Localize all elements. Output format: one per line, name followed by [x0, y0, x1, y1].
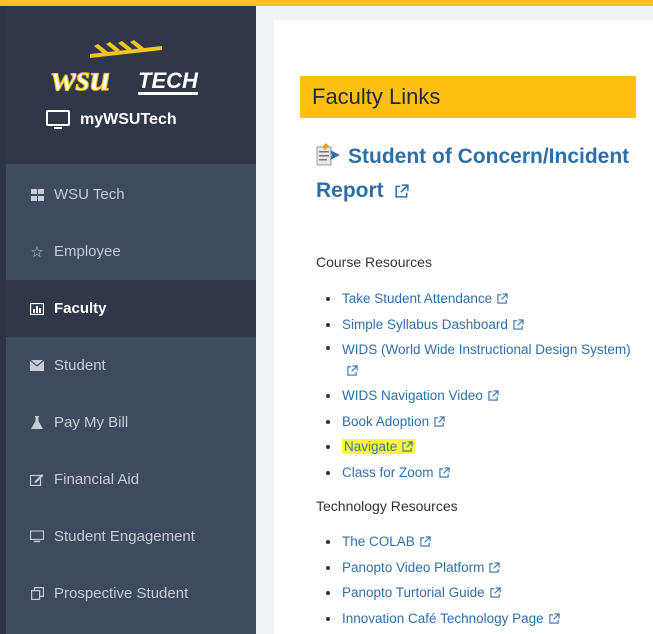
chart-icon [30, 302, 44, 316]
sidebar-item-label: Prospective Student [54, 585, 189, 602]
svg-text:TECH: TECH [138, 68, 199, 93]
sidebar-item-label: Pay My Bill [54, 414, 129, 431]
list-item[interactable]: Class for Zoom [316, 460, 636, 486]
external-link-icon [347, 365, 358, 376]
list-item-navigate[interactable]: Navigate [316, 434, 636, 460]
star-icon: ☆ [30, 243, 44, 261]
incident-report-link[interactable]: Student of Concern/Incident Report [316, 140, 636, 208]
copy-icon [30, 587, 44, 601]
sidebar-item-financial-aid[interactable]: Financial Aid [6, 451, 256, 508]
section-heading: Faculty Links [300, 76, 636, 118]
portal-label-text: myWSUTech [80, 111, 177, 128]
list-item[interactable]: The COLAB [316, 529, 636, 555]
sidebar-item-pay-my-bill[interactable]: Pay My Bill [6, 394, 256, 451]
sidebar-item-label: WSU Tech [54, 186, 125, 203]
external-link-icon [434, 415, 445, 427]
technology-resources-list: The COLAB Panopto Video Platform Panopto… [316, 529, 636, 631]
list-item[interactable]: Innovation Café Technology Page [316, 606, 636, 632]
sidebar-item-label: Student [54, 357, 106, 374]
sidebar-item-label: Student Engagement [54, 528, 195, 545]
external-link-icon [497, 293, 508, 304]
list-item[interactable]: Simple Syllabus Dashboard [316, 312, 636, 338]
section-title: Faculty Links [312, 84, 441, 109]
sidebar-item-wsu-tech[interactable]: WSU Tech [6, 166, 256, 223]
svg-text:wsu: wsu [52, 58, 110, 98]
external-link-icon [513, 318, 524, 330]
navigate-highlight: Navigate [342, 439, 416, 454]
portal-label[interactable]: myWSUTech [46, 110, 177, 130]
external-link-icon [489, 587, 501, 598]
sidebar-item-prospective-student[interactable]: Prospective Student [6, 565, 256, 622]
sidebar: wsu TECH myWSUTech WSU Tech ☆ Employee F… [0, 6, 256, 634]
sidebar-item-employee[interactable]: ☆ Employee [6, 223, 256, 280]
sidebar-item-faculty[interactable]: Faculty [6, 280, 256, 337]
wsu-tech-logo[interactable]: wsu TECH [50, 40, 210, 100]
sidebar-item-label: Financial Aid [54, 471, 140, 488]
list-item[interactable]: Panopto Turtorial Guide [316, 580, 636, 606]
monitor-icon [46, 110, 70, 129]
sidebar-item-label: Employee [54, 243, 121, 260]
edit-icon [30, 473, 44, 487]
external-link-icon [549, 612, 560, 624]
list-item[interactable]: Book Adoption [316, 409, 636, 435]
course-resources-title: Course Resources [316, 254, 432, 270]
external-link-icon [420, 536, 431, 547]
list-item[interactable]: WIDS Navigation Video [316, 383, 636, 409]
report-icon [316, 143, 340, 166]
external-link-icon [488, 390, 499, 401]
flask-icon [30, 416, 44, 430]
course-resources-list: Take Student Attendance Simple Syllabus … [316, 286, 636, 485]
technology-resources-title: Technology Resources [316, 498, 458, 514]
incident-report-text: Student of Concern/Incident Report [316, 145, 630, 202]
external-link-icon [402, 441, 413, 452]
external-link-icon [438, 466, 450, 478]
list-item[interactable]: Take Student Attendance [316, 286, 636, 312]
monitor-icon [30, 530, 44, 544]
brand-area: wsu TECH myWSUTech [6, 6, 256, 164]
list-item[interactable]: Panopto Video Platform [316, 555, 636, 581]
list-item[interactable]: WIDS (World Wide Instructional Design Sy… [316, 337, 636, 383]
sidebar-item-label: Faculty [54, 300, 107, 317]
external-link-icon [489, 561, 500, 573]
grid-icon [30, 188, 44, 202]
sidebar-item-student-engagement[interactable]: Student Engagement [6, 508, 256, 565]
sidebar-item-student[interactable]: Student [6, 337, 256, 394]
envelope-icon [30, 359, 44, 373]
external-link-icon [394, 184, 409, 198]
